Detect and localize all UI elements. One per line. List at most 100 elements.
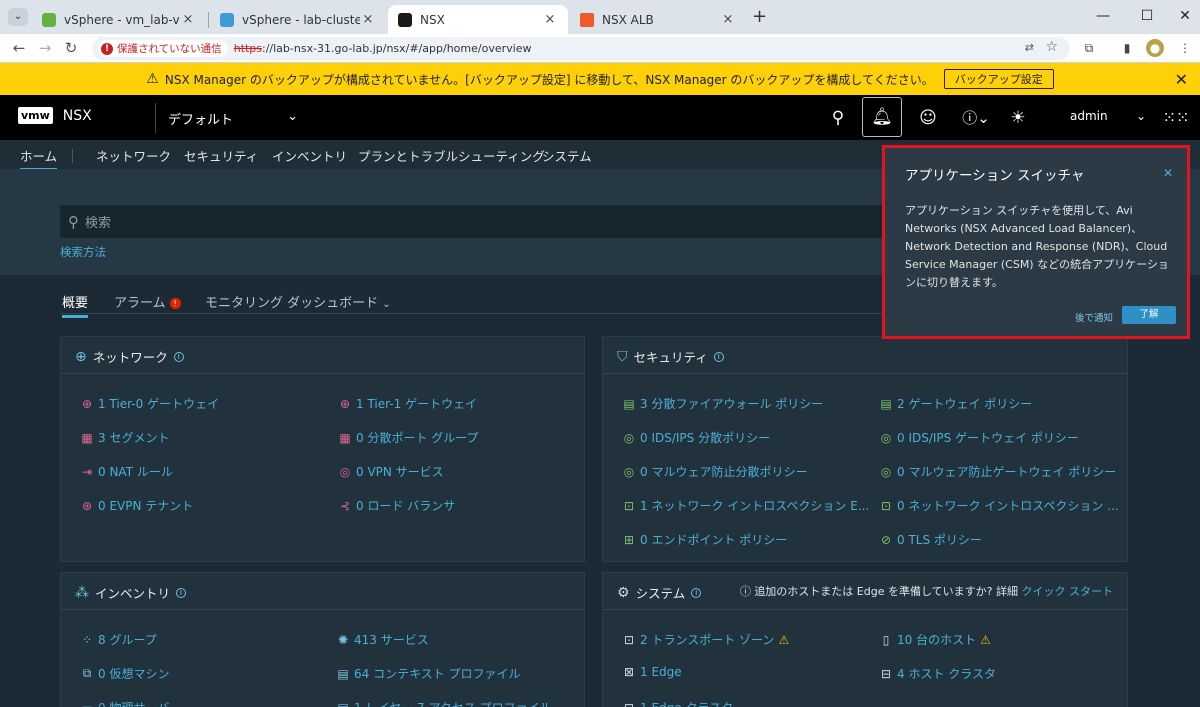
- card-divider: [61, 373, 584, 374]
- url-text[interactable]: https://lab-nsx-31.go-lab.jp/nsx/#/app/h…: [234, 42, 532, 55]
- tab-close-icon[interactable]: ×: [542, 12, 558, 27]
- help-icon[interactable]: ⓘ⌄: [960, 95, 992, 140]
- new-tab-button[interactable]: +: [752, 6, 767, 27]
- security-chip[interactable]: ! 保護されていない通信: [98, 40, 228, 57]
- user-menu[interactable]: admin ⌄: [1070, 109, 1146, 123]
- sidepanel-icon[interactable]: ▮: [1118, 39, 1136, 57]
- inventory-item-context-profiles[interactable]: ▤ 64 コンテキスト プロファイル: [337, 665, 520, 682]
- close-window-button[interactable]: ✕: [1170, 6, 1200, 26]
- inventory-item-vms[interactable]: ⧉ 0 仮想マシン: [81, 665, 170, 682]
- browser-tab-vsphere-cluster[interactable]: vSphere - lab-cluster-31 - ネット ×: [210, 5, 386, 34]
- project-selector[interactable]: デフォルト ⌄: [168, 109, 298, 128]
- endpoint-icon: ⊞: [623, 532, 635, 547]
- security-item-dfw[interactable]: ▤ 3 分散ファイアウォール ポリシー: [623, 395, 823, 412]
- info-icon[interactable]: i: [691, 587, 702, 598]
- inventory-item-physical[interactable]: ▭0 物理サーバ: [81, 699, 169, 707]
- search-icon[interactable]: ⚲: [826, 95, 850, 140]
- card-divider: [603, 609, 1127, 610]
- nav-network[interactable]: ネットワーク: [96, 146, 171, 165]
- forward-icon[interactable]: →: [34, 37, 56, 59]
- system-item-transport-zones[interactable]: ⊡ 2 トランスポート ゾーン ⚠: [623, 631, 789, 648]
- search-howto-link[interactable]: 検索方法: [60, 244, 106, 260]
- backup-settings-button[interactable]: バックアップ設定: [943, 69, 1054, 89]
- network-item-lb[interactable]: ⊰ 0 ロード バランサ: [339, 497, 455, 514]
- inventory-item-groups[interactable]: ⁘ 8 グループ: [81, 631, 157, 648]
- app-switcher-grid-icon[interactable]: ⁙⁙: [1163, 95, 1190, 140]
- security-item-ni-north-south[interactable]: ⊡ 0 ネットワーク イントロスペクション ...: [880, 497, 1119, 514]
- security-item-tls[interactable]: ⊘ 0 TLS ポリシー: [880, 531, 982, 548]
- inventory-item-services[interactable]: ✺ 413 サービス: [337, 631, 429, 648]
- nav-divider: [72, 149, 73, 163]
- translate-icon[interactable]: ⇄: [1025, 41, 1034, 54]
- inventory-item-l7-profiles[interactable]: ▤1 レイヤー 7 アクセス プロファイル: [337, 699, 551, 707]
- card-title: セキュリティ: [633, 350, 708, 365]
- banner-close-icon[interactable]: ✕: [1175, 70, 1188, 89]
- nav-system[interactable]: システム: [542, 146, 592, 165]
- maximize-button[interactable]: ☐: [1132, 6, 1162, 26]
- theme-sun-icon[interactable]: ☀: [1006, 95, 1030, 140]
- security-item-ni-east-west[interactable]: ⊡ 1 ネットワーク イントロスペクション E...: [623, 497, 869, 514]
- network-item-tier0[interactable]: ⊕ 1 Tier-0 ゲートウェイ: [81, 395, 219, 412]
- notification-bell-icon[interactable]: 🔔︎: [862, 97, 902, 137]
- address-bar[interactable]: ! 保護されていない通信 https://lab-nsx-31.go-lab.j…: [92, 37, 1070, 60]
- tab-close-icon[interactable]: ×: [360, 12, 376, 27]
- nav-plan-troubleshoot[interactable]: プランとトラブルシューティング: [358, 146, 545, 165]
- tab-title: NSX ALB: [602, 12, 654, 27]
- network-item-evpn[interactable]: ⊛ 0 EVPN テナント: [81, 497, 193, 514]
- tab-alarms[interactable]: アラーム!: [114, 292, 181, 315]
- back-icon[interactable]: ←: [8, 37, 30, 59]
- profile-avatar[interactable]: ●: [1146, 39, 1164, 57]
- info-icon[interactable]: i: [713, 351, 724, 362]
- remind-later-button[interactable]: 後で通知: [1075, 310, 1113, 324]
- card-title: インベントリ: [95, 586, 171, 601]
- security-item-ids-dist[interactable]: ◎ 0 IDS/IPS 分散ポリシー: [623, 429, 770, 446]
- info-icon[interactable]: i: [173, 351, 184, 362]
- extensions-icon[interactable]: ⧉: [1080, 39, 1098, 57]
- network-item-vpn[interactable]: ◎ 0 VPN サービス: [339, 463, 444, 480]
- vsphere-favicon: [42, 12, 56, 27]
- network-item-dvpg[interactable]: ▦ 0 分散ポート グループ: [339, 429, 478, 446]
- info-icon[interactable]: i: [176, 587, 187, 598]
- browser-tab-nsx-alb[interactable]: NSX ALB ×: [570, 5, 746, 34]
- l7-profile-icon: ▤: [337, 701, 349, 707]
- close-icon[interactable]: ✕: [1163, 166, 1173, 180]
- security-item-malware-dist[interactable]: ◎ 0 マルウェア防止分散ポリシー: [623, 463, 808, 480]
- search-input[interactable]: ⚲ 検索: [60, 205, 900, 238]
- card-header: ⚙ システム i: [617, 583, 702, 602]
- ok-button[interactable]: 了解: [1122, 306, 1176, 324]
- network-item-nat[interactable]: ⇥ 0 NAT ルール: [81, 463, 173, 480]
- browser-menu-icon[interactable]: ⋮: [1176, 39, 1194, 57]
- quick-start-link[interactable]: クイック スタート: [1022, 585, 1114, 598]
- bookmark-star-icon[interactable]: ☆: [1045, 39, 1058, 55]
- browser-tab-vsphere-vc[interactable]: vSphere - vm_lab-vc-03 - サマリ ×: [32, 5, 206, 34]
- network-item-tier1[interactable]: ⊕ 1 Tier-1 ゲートウェイ: [339, 395, 477, 412]
- minimize-button[interactable]: —: [1088, 6, 1118, 26]
- vpn-icon: ◎: [339, 464, 351, 479]
- tab-search-dropdown[interactable]: ⌄: [8, 8, 28, 26]
- system-item-host-clusters[interactable]: ⊟ 4 ホスト クラスタ: [880, 665, 996, 682]
- tab-close-icon[interactable]: ×: [720, 12, 736, 27]
- nat-icon: ⇥: [81, 464, 93, 479]
- card-header: ⛉ セキュリティ i: [617, 347, 724, 366]
- security-item-gw-policy[interactable]: ▤ 2 ゲートウェイ ポリシー: [880, 395, 1032, 412]
- system-item-edge-clusters[interactable]: ⊟1 Edge クラスタ: [623, 699, 733, 707]
- nav-security[interactable]: セキュリティ: [184, 146, 258, 165]
- tab-monitoring-dashboard[interactable]: モニタリング ダッシュボード ⌄: [205, 292, 391, 315]
- search-placeholder: 検索: [85, 216, 112, 231]
- smiley-feedback-icon[interactable]: ☺: [916, 95, 940, 140]
- security-item-endpoint[interactable]: ⊞ 0 エンドポイント ポリシー: [623, 531, 787, 548]
- system-item-edge[interactable]: ⊠ 1 Edge: [623, 665, 682, 679]
- security-item-malware-gw[interactable]: ◎ 0 マルウェア防止ゲートウェイ ポリシー: [880, 463, 1117, 480]
- firewall-icon: ▤: [623, 396, 635, 411]
- physical-server-icon: ▭: [81, 701, 93, 707]
- nav-home[interactable]: ホーム: [20, 146, 58, 170]
- vmware-logo[interactable]: vmw NSX: [18, 107, 92, 124]
- system-item-hosts[interactable]: ▯ 10 台のホスト ⚠: [880, 631, 991, 648]
- tab-close-icon[interactable]: ×: [180, 12, 196, 27]
- browser-tab-nsx[interactable]: NSX ×: [388, 5, 568, 34]
- tab-overview[interactable]: 概要: [62, 292, 89, 318]
- network-item-segments[interactable]: ▦ 3 セグメント: [81, 429, 169, 446]
- nav-inventory[interactable]: インベントリ: [272, 146, 347, 165]
- security-item-ids-gw[interactable]: ◎ 0 IDS/IPS ゲートウェイ ポリシー: [880, 429, 1079, 446]
- reload-icon[interactable]: ↻: [60, 37, 82, 59]
